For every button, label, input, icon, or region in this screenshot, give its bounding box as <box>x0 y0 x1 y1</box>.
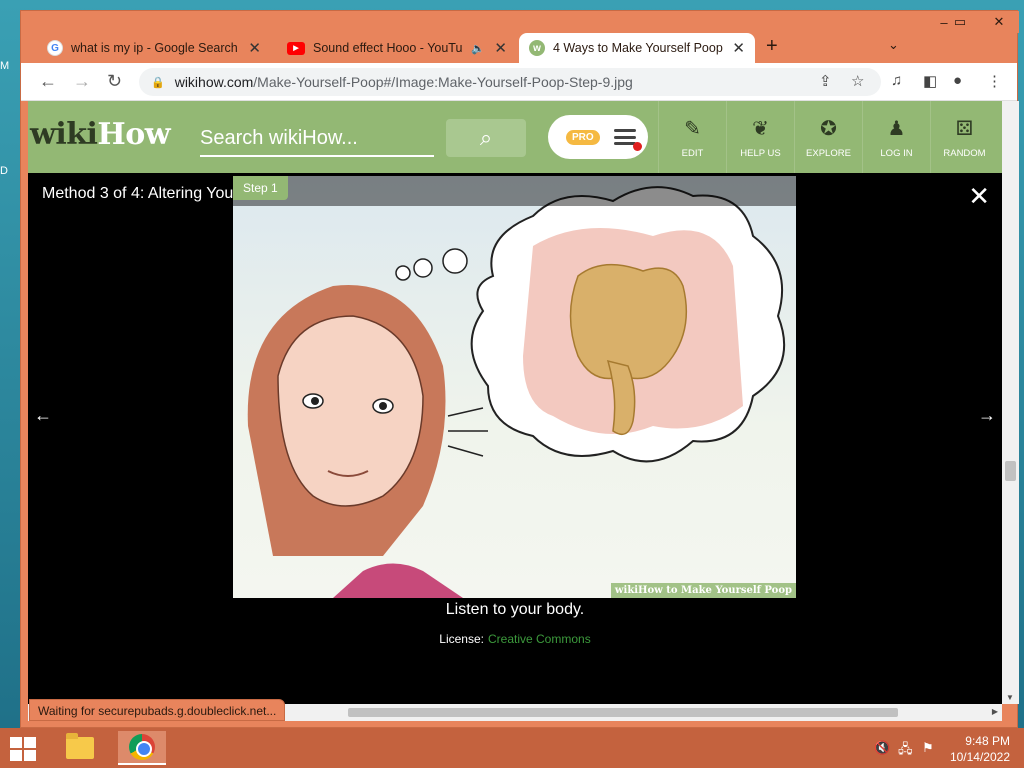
page-viewport: wikiHow Search wikiHow... ⌕ PRO ✎ EDIT ❦ H… <box>28 101 1002 704</box>
wikihow-header: wikiHow Search wikiHow... ⌕ PRO ✎ EDIT ❦ H… <box>28 101 1002 173</box>
scroll-down-arrow-icon[interactable]: ▼ <box>1006 693 1014 702</box>
status-bar: Waiting for securepubads.g.doubleclick.n… <box>29 699 286 721</box>
search-input[interactable]: Search wikiHow... <box>200 123 434 157</box>
clock-time: 9:48 PM <box>965 734 1010 748</box>
clock-date: 10/14/2022 <box>949 750 1010 764</box>
address-bar[interactable]: 🔒 wikihow.com/Make-Yourself-Poop#/Image:… <box>139 68 881 96</box>
windows-start-button[interactable] <box>10 737 36 761</box>
compass-icon: ✪ <box>820 117 837 140</box>
dice-icon: ⚄ <box>955 117 974 140</box>
google-icon: G <box>47 40 63 56</box>
illustration-woman-intestines <box>247 186 786 598</box>
nav-help-us[interactable]: ❦ HELP US <box>726 101 794 173</box>
speaker-icon[interactable]: 🔈 <box>471 42 485 55</box>
tab-strip: G what is my ip - Google Search ✕ ▶ Soun… <box>21 11 1019 63</box>
network-icon[interactable]: 🖧 <box>898 740 913 762</box>
forward-arrow-icon[interactable]: → <box>73 71 91 92</box>
notification-dot <box>632 142 642 151</box>
new-tab-button[interactable]: + <box>766 35 778 58</box>
pro-badge: PRO <box>566 129 600 145</box>
sprout-icon: ❦ <box>752 117 769 140</box>
side-panel-icon[interactable]: ◧ <box>923 72 937 90</box>
step-illustration: Step 1 wikiHow to Make Yourself Poop <box>233 176 796 598</box>
creative-commons-link[interactable]: Creative Commons <box>488 632 591 646</box>
step-badge: Step 1 <box>233 176 288 200</box>
file-explorer-button[interactable] <box>62 731 98 765</box>
folder-icon <box>66 733 94 759</box>
tab-title: what is my ip - Google Search <box>71 41 238 55</box>
reload-icon[interactable]: ↻ <box>107 71 122 92</box>
taskbar: 🔇 🖧 ⚑ 9:48 PM 10/14/2022 <box>0 728 1024 768</box>
system-clock[interactable]: 9:48 PM 10/14/2022 <box>950 733 1010 765</box>
close-lightbox-icon[interactable]: ✕ <box>968 181 990 212</box>
search-button[interactable]: ⌕ <box>446 119 526 157</box>
license-label: License: <box>439 632 484 646</box>
vertical-scroll-thumb[interactable] <box>1005 461 1016 481</box>
action-center-flag-icon[interactable]: ⚑ <box>922 740 934 756</box>
back-arrow-icon[interactable]: ← <box>39 71 57 92</box>
tab-title: 4 Ways to Make Yourself Poop - <box>553 41 723 55</box>
next-arrow-icon[interactable]: → <box>978 405 996 426</box>
woman-figure <box>247 285 488 598</box>
share-icon[interactable]: ⇪ <box>819 72 832 90</box>
hamburger-icon <box>613 129 642 151</box>
nav-edit[interactable]: ✎ EDIT <box>658 101 726 173</box>
desktop-icon-label-fragment: D <box>0 165 8 177</box>
nav-explore[interactable]: ✪ EXPLORE <box>794 101 862 173</box>
scroll-right-arrow-icon[interactable]: ▶ <box>992 707 998 716</box>
desktop-icon-label-fragment: M <box>0 60 10 72</box>
url-host: wikihow.com <box>174 74 254 90</box>
tab-title: Sound effect Hooo - YouTub <box>313 41 463 55</box>
search-icon: ⌕ <box>479 125 493 150</box>
tab-wikihow[interactable]: w 4 Ways to Make Yourself Poop - ✕ <box>519 33 755 63</box>
close-tab-icon[interactable]: ✕ <box>494 39 507 57</box>
vertical-scrollbar[interactable]: ▼ <box>1002 101 1019 704</box>
chrome-taskbar-button[interactable] <box>118 731 166 765</box>
volume-muted-icon[interactable]: 🔇 <box>874 740 890 756</box>
tab-google-search[interactable]: G what is my ip - Google Search ✕ <box>37 33 271 63</box>
pencil-icon: ✎ <box>684 117 701 140</box>
youtube-icon: ▶ <box>287 41 305 55</box>
media-control-icon[interactable]: ♫ <box>891 72 902 89</box>
wikihow-watermark: wikiHow to Make Yourself Poop <box>610 583 796 598</box>
tab-youtube[interactable]: ▶ Sound effect Hooo - YouTub 🔈 ✕ <box>277 33 517 63</box>
wikihow-logo[interactable]: wikiHow <box>30 117 171 152</box>
image-lightbox: Method 3 of 4: Altering Your Bathroom Ha… <box>28 173 1002 704</box>
user-icon: ♟ <box>887 117 906 140</box>
chrome-window: G what is my ip - Google Search ✕ ▶ Soun… <box>20 10 1019 728</box>
tab-search-chevron-icon[interactable]: ⌄ <box>888 37 899 53</box>
close-window-button[interactable]: ✕ <box>979 11 1019 33</box>
profile-avatar-icon[interactable]: ● <box>953 72 962 89</box>
bookmark-star-icon[interactable]: ☆ <box>851 72 864 90</box>
nav-random[interactable]: ⚄ RANDOM <box>930 101 998 173</box>
close-tab-icon[interactable]: ✕ <box>248 39 261 57</box>
menu-kebab-icon[interactable]: ⋮ <box>987 72 1002 90</box>
maximize-button[interactable]: ▭ <box>945 11 975 33</box>
url-path: /Make-Yourself-Poop#/Image:Make-Yourself… <box>253 74 633 90</box>
nav-log-in[interactable]: ♟ LOG IN <box>862 101 930 173</box>
lock-icon[interactable]: 🔒 <box>151 76 165 89</box>
wikihow-icon: w <box>529 40 545 56</box>
step-caption: Listen to your body. <box>445 601 585 618</box>
thought-cloud <box>395 186 786 463</box>
image-title-overlay <box>233 176 796 206</box>
close-tab-icon[interactable]: ✕ <box>732 39 745 57</box>
horizontal-scroll-thumb[interactable] <box>348 708 898 717</box>
previous-arrow-icon[interactable]: ← <box>34 405 52 426</box>
license-line: License: Creative Commons <box>28 632 1002 646</box>
chrome-icon <box>129 734 155 760</box>
pro-menu-button[interactable]: PRO <box>548 115 648 159</box>
browser-toolbar: ← → ↻ 🔒 wikihow.com/Make-Yourself-Poop#/… <box>21 63 1017 101</box>
